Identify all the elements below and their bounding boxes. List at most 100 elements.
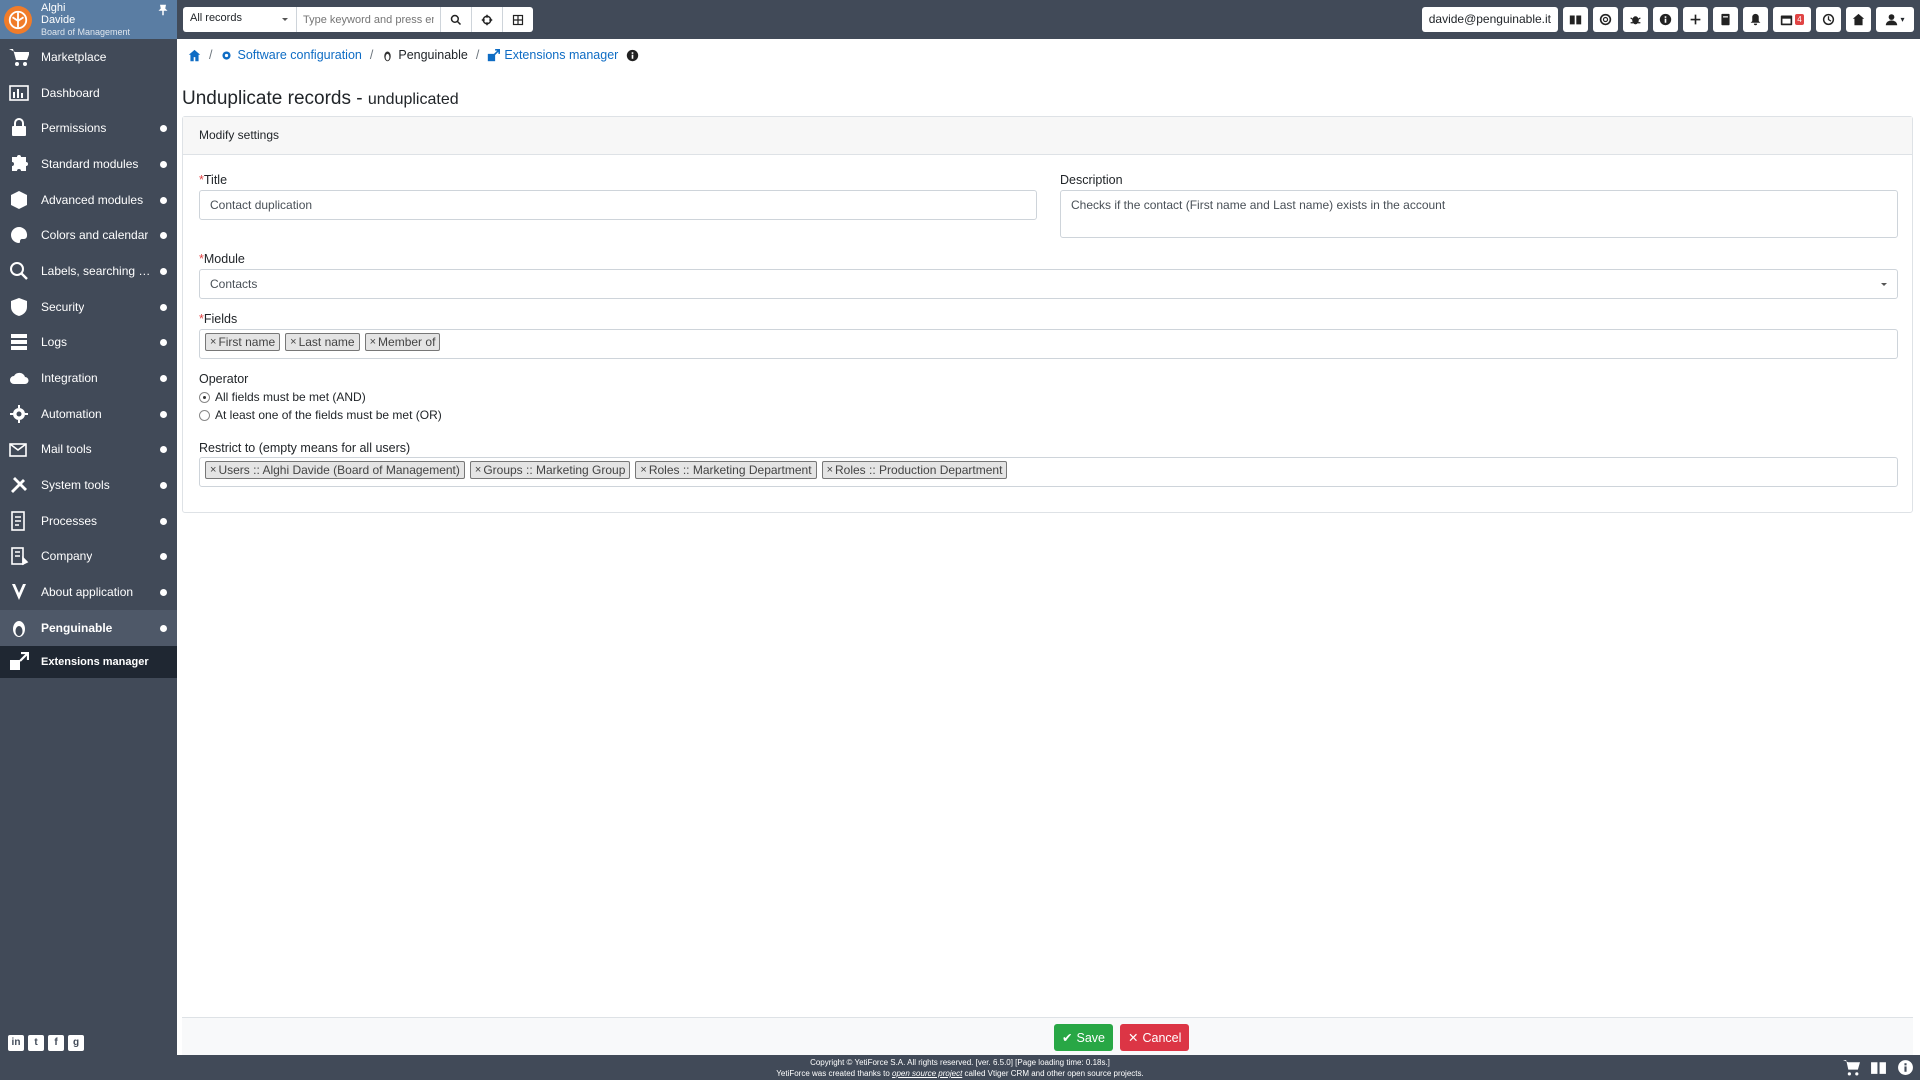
page-info-button[interactable]: [626, 49, 639, 62]
sidebar-item-about-application[interactable]: About application: [0, 574, 177, 610]
record-scope-select[interactable]: All records: [183, 7, 297, 32]
restrict-tag: × Users :: Alghi Davide (Board of Managem…: [205, 461, 465, 479]
notebook-icon: [1721, 13, 1730, 26]
user-email[interactable]: davide@penguinable.it: [1421, 7, 1558, 32]
sidebar-item-automation[interactable]: Automation: [0, 396, 177, 432]
table-search-button[interactable]: [502, 7, 533, 32]
search-input[interactable]: [297, 7, 440, 32]
notifications-button[interactable]: [1743, 7, 1768, 32]
advanced-search-button[interactable]: [471, 7, 502, 32]
tag-remove-button[interactable]: ×: [370, 336, 376, 348]
sidebar-item-permissions[interactable]: Permissions: [0, 110, 177, 146]
module-label-text: Module: [203, 252, 245, 266]
sidebar-item-integration[interactable]: Integration: [0, 360, 177, 396]
plus-icon: [1690, 14, 1701, 25]
sidebar-item-label: About application: [41, 585, 134, 600]
expand-dot-icon: [160, 196, 167, 204]
user-icon: [1886, 14, 1898, 26]
sidebar-item-extensions-manager[interactable]: Extensions manager: [0, 645, 177, 678]
history-button[interactable]: [1816, 7, 1841, 32]
expand-dot-icon: [160, 517, 167, 525]
sidebar-item-label: System tools: [41, 478, 110, 493]
cart-icon[interactable]: [1843, 1059, 1860, 1076]
knowledge-base-button[interactable]: [1563, 7, 1588, 32]
fields-multiselect[interactable]: × First name × Last name × Member of: [199, 329, 1898, 359]
fields-label-text: Fields: [203, 312, 238, 326]
sidebar-item-label: Standard modules: [41, 156, 139, 171]
pin-icon[interactable]: [157, 4, 169, 16]
cancel-button[interactable]: ✕ Cancel: [1120, 1024, 1190, 1051]
puzzle-icon: [7, 152, 31, 176]
operator-and-radio[interactable]: [199, 391, 210, 403]
save-button[interactable]: ✔ Save: [1054, 1024, 1113, 1051]
sidebar-item-security[interactable]: Security: [0, 289, 177, 325]
tag-remove-button[interactable]: ×: [210, 464, 216, 476]
home-button[interactable]: [1846, 7, 1871, 32]
expand-dot-icon: [160, 410, 167, 418]
sidebar-item-colors-and-calendar[interactable]: Colors and calendar: [0, 217, 177, 253]
sidebar-item-processes[interactable]: Processes: [0, 503, 177, 539]
description-textarea[interactable]: Checks if the contact (First name and La…: [1060, 190, 1898, 238]
sidebar-item-mail-tools[interactable]: Mail tools: [0, 432, 177, 468]
twitter-icon[interactable]: t: [28, 1034, 44, 1051]
sidebar-item-system-tools[interactable]: System tools: [0, 467, 177, 503]
breadcrumb-extensions-manager[interactable]: Extensions manager: [487, 48, 618, 62]
tag-remove-button[interactable]: ×: [290, 336, 296, 348]
quick-create-button[interactable]: [1683, 7, 1708, 32]
breadcrumb-label: Software configuration: [237, 48, 362, 62]
field-tag: × Member of: [364, 333, 441, 351]
info-icon: [1659, 13, 1672, 26]
operator-or-radio[interactable]: [199, 409, 210, 421]
module-select[interactable]: Contacts: [199, 269, 1898, 299]
open-source-link[interactable]: open source project: [892, 1069, 962, 1078]
breadcrumb-home[interactable]: [188, 49, 201, 62]
operator-and-text: All fields must be met (AND): [215, 390, 366, 404]
help-button[interactable]: [1593, 7, 1618, 32]
info-icon[interactable]: [1897, 1059, 1914, 1076]
title-input[interactable]: Contact duplication: [199, 190, 1037, 220]
close-icon: ✕: [1128, 1031, 1139, 1045]
tag-remove-button[interactable]: ×: [210, 336, 216, 348]
github-icon[interactable]: g: [68, 1034, 84, 1051]
lifebuoy-icon: [1599, 13, 1612, 26]
expand-dot-icon: [160, 267, 167, 275]
sidebar-item-logs[interactable]: Logs: [0, 325, 177, 361]
search-labels-icon: [7, 259, 31, 283]
sidebar-item-labels-searching-a[interactable]: Labels, searching a...: [0, 253, 177, 289]
sidebar-item-dashboard[interactable]: Dashboard: [0, 75, 177, 111]
sidebar-item-label: Colors and calendar: [41, 228, 149, 243]
operator-or-option[interactable]: At least one of the fields must be met (…: [199, 408, 442, 422]
operator-and-option[interactable]: All fields must be met (AND): [199, 390, 366, 404]
title-label: *Title: [199, 173, 227, 187]
restrict-multiselect[interactable]: × Users :: Alghi Davide (Board of Managem…: [199, 457, 1898, 487]
sidebar-item-standard-modules[interactable]: Standard modules: [0, 146, 177, 182]
linkedin-icon[interactable]: in: [8, 1034, 24, 1051]
tag-remove-button[interactable]: ×: [475, 464, 481, 476]
tag-remove-button[interactable]: ×: [640, 464, 646, 476]
book-icon[interactable]: [1870, 1059, 1887, 1076]
notebook-button[interactable]: [1713, 7, 1738, 32]
sidebar-item-advanced-modules[interactable]: Advanced modules: [0, 182, 177, 218]
user-role: Board of Management: [41, 27, 131, 37]
calendar-reminders-button[interactable]: 4: [1773, 7, 1811, 32]
sidebar: Alghi Davide Board of Management Marketp…: [0, 0, 177, 1055]
bug-report-button[interactable]: [1623, 7, 1648, 32]
info-button[interactable]: [1653, 7, 1678, 32]
tag-remove-button[interactable]: ×: [827, 464, 833, 476]
crosshair-icon: [481, 14, 493, 25]
breadcrumb-software-configuration[interactable]: Software configuration: [220, 48, 362, 62]
sidebar-item-company[interactable]: Company: [0, 539, 177, 575]
user-avatar[interactable]: [4, 6, 32, 34]
user-box[interactable]: Alghi Davide Board of Management: [0, 0, 177, 39]
top-bar: All records davide@penguinable.it 4 ▾: [177, 0, 1920, 39]
breadcrumb: / Software configuration / Penguinable /…: [188, 48, 639, 62]
user-names: Alghi Davide Board of Management: [41, 2, 130, 38]
search-button[interactable]: [440, 7, 471, 32]
facebook-icon[interactable]: f: [48, 1034, 64, 1051]
sidebar-item-label: Security: [41, 299, 85, 314]
user-menu-button[interactable]: ▾: [1876, 7, 1914, 32]
sidebar-item-marketplace[interactable]: Marketplace: [0, 39, 177, 75]
breadcrumb-penguinable: Penguinable: [381, 48, 468, 62]
sidebar-item-penguinable[interactable]: Penguinable: [0, 610, 177, 646]
chevron-down-icon: [1881, 283, 1887, 289]
